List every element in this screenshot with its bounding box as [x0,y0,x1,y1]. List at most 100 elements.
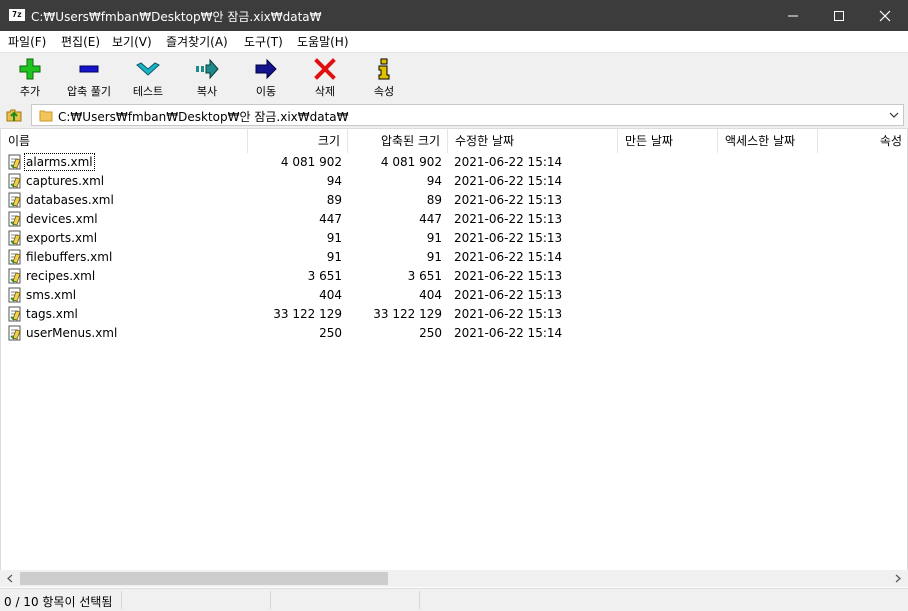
column-created[interactable]: 만든 날짜 [618,129,718,153]
close-button[interactable] [862,0,908,31]
file-size: 250 [319,326,342,340]
xml-file-icon [7,268,23,287]
up-folder-icon[interactable] [5,106,23,124]
status-divider [419,591,420,609]
file-name: userMenus.xml [26,326,118,340]
file-size: 3 651 [307,269,342,283]
file-row[interactable]: alarms.xml 4 081 902 4 081 902 2021-06-22 1… [1,153,907,173]
maximize-button[interactable] [816,0,862,31]
status-divider [270,591,271,609]
file-packed-size: 91 [426,250,442,264]
file-modified: 2021-06-22 15:14 [454,250,563,264]
file-row[interactable]: exports.xml 91 91 2021-06-22 15:13 [1,229,907,248]
file-name: exports.xml [26,231,98,245]
title-bar: 7z C:₩Users₩fmban₩Desktop₩안 잠금.xix₩data₩ [0,0,908,31]
column-size[interactable]: 크기 [248,129,348,153]
menu-file[interactable]: 파일(F) [8,33,46,50]
file-modified: 2021-06-22 15:14 [454,155,563,169]
scroll-left-icon[interactable] [6,574,14,583]
move-button[interactable]: 이동 [236,56,296,100]
chevron-down-icon[interactable] [889,111,899,119]
file-list[interactable]: 이름 크기 압축된 크기 수정한 날짜 만든 날짜 액세스한 날짜 속성 ala… [0,128,908,570]
menu-view[interactable]: 보기(V) [112,33,152,50]
xml-file-icon [7,249,23,268]
test-label: 테스트 [132,85,164,98]
file-packed-size: 89 [426,193,442,207]
address-row: C:₩Users₩fmban₩Desktop₩안 잠금.xix₩data₩ [0,102,908,128]
delete-button[interactable]: 삭제 [295,56,355,100]
menu-bar: 파일(F) 편집(E) 보기(V) 즐겨찾기(A) 도구(T) 도움말(H) [0,31,908,51]
file-modified: 2021-06-22 15:14 [454,326,563,340]
xml-file-icon [7,173,23,192]
file-size: 89 [326,193,342,207]
copy-icon [196,58,219,80]
file-size: 404 [319,288,342,302]
info-icon [378,58,390,80]
file-row[interactable]: sms.xml 404 404 2021-06-22 15:13 [1,286,907,305]
file-row[interactable]: tags.xml 33 122 129 33 122 129 2021-06-22 1… [1,305,907,325]
file-size: 91 [326,250,342,264]
file-name: sms.xml [26,288,77,302]
column-attributes[interactable]: 속성 [818,129,907,153]
file-modified: 2021-06-22 15:13 [454,307,563,321]
file-modified: 2021-06-22 15:14 [454,174,563,188]
menu-tools[interactable]: 도구(T) [244,33,283,50]
horizontal-scrollbar[interactable] [0,570,908,587]
file-packed-size: 3 651 [407,269,442,283]
column-name[interactable]: 이름 [1,129,248,153]
test-icon [136,62,160,76]
file-name: tags.xml [26,307,78,321]
extract-label: 압축 풀기 [67,85,111,98]
file-name: captures.xml [26,174,105,188]
file-packed-size: 4 081 902 [380,155,442,169]
delete-icon [314,58,336,80]
file-packed-size: 33 122 129 [373,307,442,321]
extract-icon [79,65,99,73]
file-name: recipes.xml [26,269,96,283]
file-packed-size: 447 [419,212,442,226]
scrollbar-thumb[interactable] [20,572,388,585]
column-packed-size[interactable]: 압축된 크기 [348,129,448,153]
file-row[interactable]: databases.xml 89 89 2021-06-22 15:13 [1,191,907,211]
test-button[interactable]: 테스트 [118,56,178,100]
file-modified: 2021-06-22 15:13 [454,212,563,226]
extract-button[interactable]: 압축 풀기 [59,56,119,100]
file-row[interactable]: userMenus.xml 250 250 2021-06-22 15:14 [1,324,907,344]
move-label: 이동 [255,85,277,98]
menu-help[interactable]: 도움말(H) [297,33,349,50]
file-row[interactable]: filebuffers.xml 91 91 2021-06-22 15:14 [1,248,907,268]
column-modified[interactable]: 수정한 날짜 [448,129,618,153]
column-header: 이름 크기 압축된 크기 수정한 날짜 만든 날짜 액세스한 날짜 속성 [1,129,907,153]
scroll-right-icon[interactable] [894,574,902,583]
selection-status: 0 / 10 항목이 선택됨 [4,595,113,609]
add-button[interactable]: 추가 [0,56,60,100]
file-row[interactable]: recipes.xml 3 651 3 651 2021-06-22 15:13 [1,267,907,287]
xml-file-icon [7,325,23,344]
xml-file-icon [7,306,23,325]
file-row[interactable]: devices.xml 447 447 2021-06-22 15:13 [1,210,907,230]
properties-button[interactable]: 속성 [354,56,414,100]
xml-file-icon [7,192,23,211]
file-row[interactable]: captures.xml 94 94 2021-06-22 15:14 [1,172,907,192]
address-bar[interactable]: C:₩Users₩fmban₩Desktop₩안 잠금.xix₩data₩ [31,104,904,126]
file-size: 94 [326,174,342,188]
menu-favorites[interactable]: 즐겨찾기(A) [166,33,228,50]
move-icon [255,58,277,80]
minimize-icon [788,15,798,17]
status-bar: 0 / 10 항목이 선택됨 [0,588,908,611]
add-label: 추가 [19,85,41,98]
menu-edit[interactable]: 편집(E) [61,33,100,50]
minimize-button[interactable] [770,0,816,31]
copy-button[interactable]: 복사 [177,56,237,100]
delete-label: 삭제 [314,85,336,98]
file-modified: 2021-06-22 15:13 [454,269,563,283]
address-path: C:₩Users₩fmban₩Desktop₩안 잠금.xix₩data₩ [58,110,349,124]
xml-file-icon [7,211,23,230]
file-name: alarms.xml [24,153,95,171]
xml-file-icon [7,154,23,173]
copy-label: 복사 [196,85,218,98]
column-accessed[interactable]: 액세스한 날짜 [718,129,818,153]
add-icon [19,58,41,80]
file-name: filebuffers.xml [26,250,113,264]
file-packed-size: 94 [426,174,442,188]
